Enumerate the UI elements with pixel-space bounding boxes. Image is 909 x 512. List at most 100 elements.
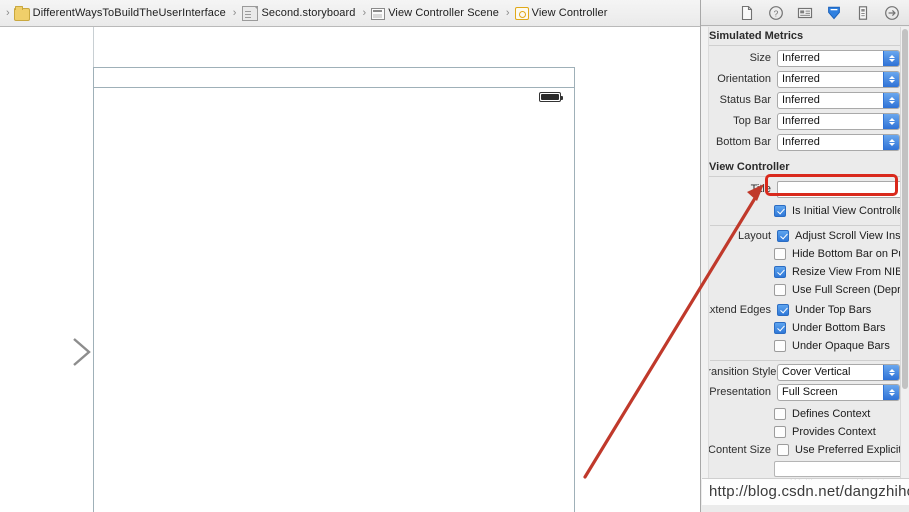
row-defines-context[interactable]: Defines Context bbox=[701, 406, 909, 422]
row-layout-resize-view-from-nib[interactable]: Resize View From NIB bbox=[701, 264, 909, 280]
chevron-updown-icon bbox=[883, 50, 899, 66]
breadcrumb-separator: › bbox=[505, 7, 510, 19]
view-controller-view[interactable] bbox=[93, 67, 575, 512]
use-full-screen-checkbox[interactable] bbox=[774, 284, 786, 296]
section-simulated-metrics-title: Simulated Metrics bbox=[701, 26, 909, 46]
row-layout-use-full-screen[interactable]: Use Full Screen (Depre... bbox=[701, 282, 909, 298]
content-size-fields bbox=[701, 461, 909, 477]
inspector-content: Simulated Metrics Size Inferred Orientat… bbox=[701, 26, 909, 480]
inspector-selector-bar: ? bbox=[701, 0, 909, 26]
label-bottom-bar: Bottom Bar bbox=[715, 136, 771, 148]
defines-context-checkbox[interactable] bbox=[774, 408, 786, 420]
section-view-controller-title: View Controller bbox=[701, 157, 909, 177]
row-layout-adjust-scroll-view-insets[interactable]: Layout Adjust Scroll View Insets bbox=[701, 228, 909, 244]
is-initial-view-controller-label: Is Initial View Controller bbox=[792, 205, 907, 217]
divider bbox=[710, 225, 900, 226]
row-extend-edges-under-opaque-bars[interactable]: Under Opaque Bars bbox=[701, 338, 909, 354]
divider bbox=[710, 360, 900, 361]
resize-view-from-nib-checkbox[interactable] bbox=[774, 266, 786, 278]
storyboard-file-icon bbox=[242, 6, 259, 21]
breadcrumb-item-scene[interactable]: View Controller Scene bbox=[369, 0, 503, 26]
hide-bottom-bar-on-push-label: Hide Bottom Bar on Push bbox=[792, 248, 909, 260]
chevron-updown-icon bbox=[883, 113, 899, 129]
breadcrumb-leading-separator: › bbox=[6, 7, 10, 19]
row-title: Title bbox=[701, 180, 909, 198]
connections-inspector-icon[interactable] bbox=[884, 5, 900, 21]
quick-help-inspector-icon[interactable]: ? bbox=[768, 5, 784, 21]
breadcrumb-separator: › bbox=[232, 7, 237, 19]
breadcrumb-item-project[interactable]: DifferentWaysToBuildTheUserInterface bbox=[13, 0, 230, 26]
row-transition-style: Transition Style Cover Vertical bbox=[701, 363, 909, 381]
size-inspector-icon[interactable] bbox=[855, 5, 871, 21]
provides-context-checkbox[interactable] bbox=[774, 426, 786, 438]
chevron-updown-icon bbox=[883, 384, 899, 400]
row-is-initial-view-controller[interactable]: Is Initial View Controller bbox=[701, 203, 909, 219]
row-presentation: Presentation Full Screen bbox=[701, 383, 909, 401]
initial-view-controller-arrow bbox=[10, 338, 91, 366]
defines-context-label: Defines Context bbox=[792, 408, 871, 420]
label-layout: Layout bbox=[737, 230, 771, 242]
simulated-status-bar bbox=[94, 68, 574, 88]
select-presentation[interactable]: Full Screen bbox=[777, 383, 900, 401]
folder-icon bbox=[13, 5, 30, 21]
label-top-bar: Top Bar bbox=[733, 115, 771, 127]
scene-icon bbox=[371, 7, 386, 20]
select-status-bar-value: Inferred bbox=[782, 94, 820, 106]
row-simulated-size: Size Inferred bbox=[701, 49, 909, 67]
breadcrumb-item-project-label: DifferentWaysToBuildTheUserInterface bbox=[32, 7, 226, 19]
select-orientation-value: Inferred bbox=[782, 73, 820, 85]
interface-builder-canvas[interactable] bbox=[0, 27, 700, 512]
row-extend-edges-under-bottom-bars[interactable]: Under Bottom Bars bbox=[701, 320, 909, 336]
adjust-scroll-view-insets-label: Adjust Scroll View Insets bbox=[795, 230, 909, 242]
select-status-bar[interactable]: Inferred bbox=[777, 91, 900, 109]
select-size[interactable]: Inferred bbox=[777, 49, 900, 67]
chevron-updown-icon bbox=[883, 92, 899, 108]
identity-inspector-icon[interactable] bbox=[797, 5, 813, 21]
label-title: Title bbox=[750, 183, 771, 195]
provides-context-label: Provides Context bbox=[792, 426, 876, 438]
chevron-updown-icon bbox=[883, 134, 899, 150]
label-orientation: Orientation bbox=[717, 73, 771, 85]
hide-bottom-bar-on-push-checkbox[interactable] bbox=[774, 248, 786, 260]
file-inspector-icon[interactable] bbox=[739, 5, 755, 21]
select-orientation[interactable]: Inferred bbox=[777, 70, 900, 88]
chevron-updown-icon bbox=[883, 364, 899, 380]
under-opaque-bars-label: Under Opaque Bars bbox=[792, 340, 890, 352]
attributes-inspector-panel: ? Simulated Metrics Size Inferred Orient… bbox=[700, 0, 909, 512]
row-simulated-top-bar: Top Bar Inferred bbox=[701, 112, 909, 130]
under-top-bars-checkbox[interactable] bbox=[777, 304, 789, 316]
adjust-scroll-view-insets-checkbox[interactable] bbox=[777, 230, 789, 242]
row-simulated-orientation: Orientation Inferred bbox=[701, 70, 909, 88]
use-preferred-explicit-size-checkbox[interactable] bbox=[777, 444, 789, 456]
under-bottom-bars-checkbox[interactable] bbox=[774, 322, 786, 334]
row-extend-edges-under-top-bars[interactable]: Extend Edges Under Top Bars bbox=[701, 302, 909, 318]
select-top-bar[interactable]: Inferred bbox=[777, 112, 900, 130]
content-width-input[interactable] bbox=[774, 461, 909, 477]
breadcrumb-item-storyboard[interactable]: Second.storyboard bbox=[239, 0, 359, 26]
attributes-inspector-icon[interactable] bbox=[826, 5, 842, 21]
row-content-size[interactable]: Content Size Use Preferred Explicit Size bbox=[701, 442, 909, 458]
view-controller-icon bbox=[514, 7, 529, 20]
under-opaque-bars-checkbox[interactable] bbox=[774, 340, 786, 352]
watermark-text: http://blog.csdn.net/dangzhihong8 bbox=[709, 483, 909, 500]
row-provides-context[interactable]: Provides Context bbox=[701, 424, 909, 440]
label-presentation: Presentation bbox=[709, 386, 771, 398]
select-top-bar-value: Inferred bbox=[782, 115, 820, 127]
select-bottom-bar[interactable]: Inferred bbox=[777, 133, 900, 151]
row-simulated-status-bar: Status Bar Inferred bbox=[701, 91, 909, 109]
under-top-bars-label: Under Top Bars bbox=[795, 304, 872, 316]
inspector-scrollbar[interactable] bbox=[900, 27, 909, 480]
breadcrumb-item-view-controller[interactable]: View Controller bbox=[513, 0, 612, 26]
breadcrumb-item-view-controller-label: View Controller bbox=[531, 7, 608, 19]
row-layout-hide-bottom-bar[interactable]: Hide Bottom Bar on Push bbox=[701, 246, 909, 262]
inspector-left-strip bbox=[701, 27, 709, 480]
select-transition-style-value: Cover Vertical bbox=[782, 366, 851, 378]
label-size: Size bbox=[749, 52, 771, 64]
use-preferred-explicit-size-label: Use Preferred Explicit Size bbox=[795, 444, 909, 456]
inspector-scrollbar-thumb[interactable] bbox=[902, 29, 908, 389]
title-input[interactable] bbox=[777, 180, 909, 198]
use-full-screen-label: Use Full Screen (Depre... bbox=[792, 284, 909, 296]
select-transition-style[interactable]: Cover Vertical bbox=[777, 363, 900, 381]
is-initial-view-controller-checkbox[interactable] bbox=[774, 205, 786, 217]
label-status-bar: Status Bar bbox=[719, 94, 771, 106]
